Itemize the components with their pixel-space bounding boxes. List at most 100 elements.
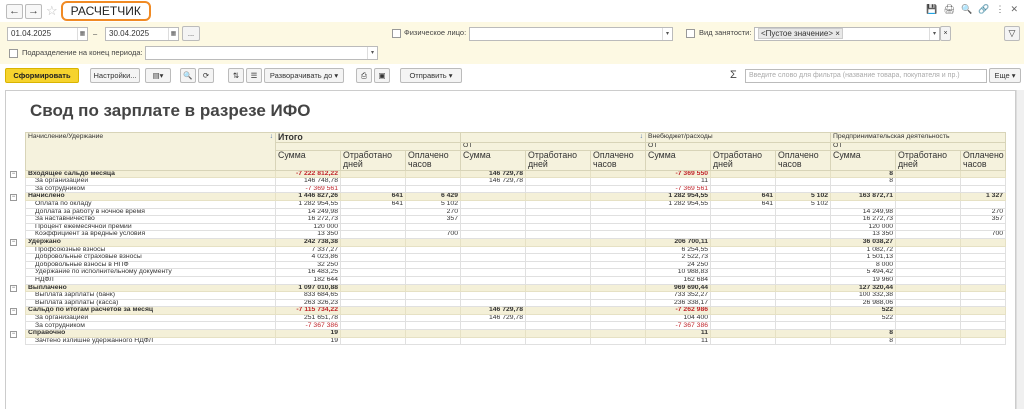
table-row[interactable]: Сальдо по итогам расчетов за месяц -7 115… xyxy=(25,306,1007,315)
column-header-total[interactable]: Итого xyxy=(275,132,461,143)
table-row[interactable]: Начислено 1 446 827,26 641 6 429 1 282 954,5… xyxy=(25,192,1007,201)
table-row[interactable]: Добровольные страховые взносы 4 023,86 2 5… xyxy=(25,253,1007,262)
table-row[interactable]: Процент ежемесячной премии 120 000 120 000 xyxy=(25,222,1007,232)
more-button[interactable]: Еще ▾ xyxy=(989,68,1021,83)
table-row[interactable]: За сотрудником -7 369 561 -7 369 561 xyxy=(25,184,1007,194)
chevron-down-icon[interactable]: ▾ xyxy=(367,47,377,59)
table-cell xyxy=(589,260,647,270)
collapse-toggle-icon[interactable]: − xyxy=(10,239,17,247)
subheader-days[interactable]: Отработано дней xyxy=(340,149,406,171)
close-icon[interactable]: ✕ xyxy=(1010,4,1018,15)
variant-button[interactable]: ▤▾ xyxy=(145,68,171,83)
collapse-toggle-icon[interactable]: − xyxy=(10,285,17,292)
table-cell xyxy=(775,253,832,262)
table-row[interactable]: За наставничество 16 272,73 357 16 272,73 35… xyxy=(25,215,1007,224)
expand-to-button[interactable]: Разворачивать до ▾ xyxy=(264,68,344,83)
save-icon[interactable]: 💾 xyxy=(926,4,937,15)
search-icon[interactable]: 🔍 xyxy=(180,68,196,83)
table-row[interactable]: Удержано 242 738,38 206 700,11 36 038,27 xyxy=(25,237,1007,247)
back-button[interactable]: ← xyxy=(6,3,23,19)
page-title: РАСЧЕТЧИК xyxy=(60,1,151,21)
period-select-button[interactable]: ... xyxy=(182,26,200,41)
table-row[interactable]: Коэффициент за вредные условия 13 350 700 1… xyxy=(25,230,1007,239)
table-row[interactable]: Зачтено излишне удержанного НДФЛ 19 11 8 xyxy=(25,336,1007,346)
subheader-sum[interactable]: Сумма xyxy=(460,149,526,171)
calendar-icon[interactable]: ▦ xyxy=(168,28,178,40)
table-cell xyxy=(960,321,1007,331)
table-row[interactable]: За сотрудником -7 367 386 -7 367 386 xyxy=(25,321,1007,331)
generate-button[interactable]: Сформировать xyxy=(5,68,79,83)
table-cell xyxy=(710,230,777,239)
collapse-toggle-icon[interactable]: − xyxy=(10,193,17,201)
collapse-toggle-icon[interactable]: − xyxy=(10,307,17,315)
calendar-icon[interactable]: ▦ xyxy=(77,28,87,40)
table-row[interactable]: Добровольные взносы в НПФ 32 250 24 250 8 0… xyxy=(25,260,1007,270)
preview-icon[interactable]: 🔍 xyxy=(961,4,972,15)
collapse-toggle-icon[interactable]: − xyxy=(10,171,17,179)
table-row[interactable]: Выплата зарплаты (банк) 833 684,65 733 352… xyxy=(25,291,1007,300)
forward-button[interactable]: → xyxy=(25,3,42,19)
sigma-icon[interactable]: Σ xyxy=(730,70,737,81)
phys-checkbox[interactable] xyxy=(392,29,401,38)
filter-search-input[interactable]: Введите слово для фильтра (название това… xyxy=(745,69,987,83)
column-header-name[interactable]: Начисление/Удержание ↓ xyxy=(25,132,276,171)
subheader-hours[interactable]: Оплачено часов xyxy=(589,149,647,171)
table-cell: 162 684 xyxy=(645,275,712,285)
column-header-vnebudget[interactable]: Внебюджет/расходы xyxy=(645,132,832,143)
table-row[interactable]: Профсоюзные взносы 7 337,27 6 254,55 1 082,… xyxy=(25,245,1007,255)
print-icon[interactable]: 🖨 xyxy=(944,4,955,15)
table-cell xyxy=(895,237,962,247)
period-to-field[interactable]: 30.04.2025 ▦ xyxy=(105,27,179,41)
subheader-sum[interactable]: Сумма xyxy=(830,149,897,171)
table-row[interactable]: Выплачено 1 097 010,88 969 690,44 127 320,4… xyxy=(25,283,1007,293)
subheader-hours[interactable]: Оплачено часов xyxy=(775,149,832,171)
chevron-down-icon[interactable]: ▾ xyxy=(662,28,672,40)
table-row[interactable]: Оплата по окладу 1 282 954,55 641 5 102 1 28… xyxy=(25,199,1007,209)
subheader-sum[interactable]: Сумма xyxy=(645,149,712,171)
column-header-predpr[interactable]: Предпринимательская деятельность xyxy=(830,132,1007,143)
print-icon[interactable]: ⎙ xyxy=(356,68,372,83)
chevron-down-icon[interactable]: ▾ xyxy=(929,28,939,40)
vid-clear-button[interactable]: × xyxy=(940,26,951,41)
tag-clear-icon[interactable]: × xyxy=(835,29,840,38)
filter-icon[interactable]: ▽ xyxy=(1004,26,1020,41)
table-row[interactable]: НДФЛ 182 644 162 684 19 960 xyxy=(25,275,1007,285)
vid-field[interactable]: <Пустое значение> × ▾ xyxy=(754,27,940,41)
group-icon[interactable]: ☰ xyxy=(246,68,262,83)
subheader-hours[interactable]: Оплачено часов xyxy=(405,149,461,171)
send-button[interactable]: Отправить ▾ xyxy=(400,68,462,83)
table-row[interactable]: Входящее сальдо месяца -7 222 812,22 146 7… xyxy=(25,169,1007,179)
table-row[interactable]: Выплата зарплаты (касса) 263 326,23 236 33… xyxy=(25,298,1007,308)
vid-checkbox[interactable] xyxy=(686,29,695,38)
link-icon[interactable]: 🔗 xyxy=(978,4,989,15)
table-cell xyxy=(340,184,406,194)
vertical-scrollbar[interactable] xyxy=(1016,90,1024,409)
table-row[interactable]: За организацией 146 748,78 146 729,78 11 8 xyxy=(25,177,1007,186)
ot-cell: ОТ xyxy=(830,142,1007,151)
table-cell: 146 748,78 xyxy=(275,177,341,186)
more-vertical-icon[interactable]: ⋮ xyxy=(995,4,1004,15)
subheader-days[interactable]: Отработано дней xyxy=(525,149,591,171)
table-row[interactable]: Доплата за работу в ночное время 14 249,9… xyxy=(25,207,1007,217)
settings-button[interactable]: Настройки... xyxy=(90,68,140,83)
subheader-days[interactable]: Отработано дней xyxy=(895,149,962,171)
refresh-icon[interactable]: ⟳ xyxy=(198,68,214,83)
table-row[interactable]: За организацией 251 651,78 146 729,78 104 4… xyxy=(25,313,1007,323)
table-cell xyxy=(405,336,461,346)
favorite-star-icon[interactable]: ☆ xyxy=(46,3,58,19)
preview-icon[interactable]: ▣ xyxy=(374,68,390,83)
subheader-days[interactable]: Отработано дней xyxy=(710,149,777,171)
collapse-toggle-icon[interactable]: − xyxy=(10,330,17,338)
sort-icon[interactable]: ⇅ xyxy=(228,68,244,83)
podr-checkbox[interactable] xyxy=(9,49,18,58)
subheader-sum[interactable]: Сумма xyxy=(275,149,341,171)
subheader-hours[interactable]: Оплачено часов xyxy=(960,149,1007,171)
row-label: Удержание по исполнительному документу xyxy=(25,268,276,277)
podr-field[interactable]: ▾ xyxy=(145,46,378,60)
period-from-field[interactable]: 01.04.2025 ▦ xyxy=(7,27,88,41)
phys-field[interactable]: ▾ xyxy=(469,27,673,41)
table-cell: 104 400 xyxy=(645,313,712,323)
table-cell: 146 729,78 xyxy=(460,177,526,186)
table-row[interactable]: Удержание по исполнительному документу 16… xyxy=(25,268,1007,277)
table-row[interactable]: Справочно 19 11 8 xyxy=(25,329,1007,338)
